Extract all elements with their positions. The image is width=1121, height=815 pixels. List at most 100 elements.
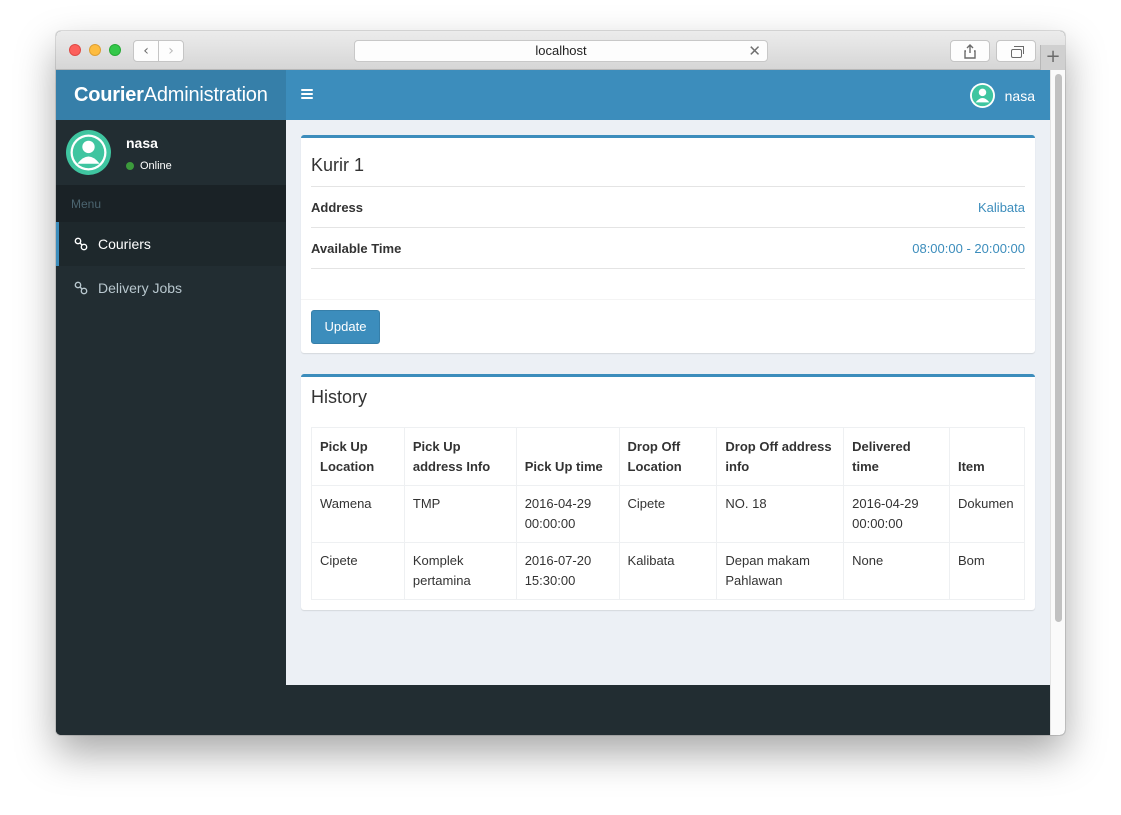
top-navbar: nasa xyxy=(286,70,1050,120)
cell-text: 00:00:00 xyxy=(524,516,576,531)
column-header[interactable]: Drop Off Location xyxy=(618,427,718,486)
new-tab-button[interactable]: + xyxy=(1040,45,1065,70)
address-row: Address Kalibata xyxy=(311,186,1025,227)
address-bar[interactable]: localhost ✕ xyxy=(354,40,768,62)
stop-icon[interactable]: ✕ xyxy=(748,41,761,61)
table-cell: Cipete xyxy=(618,485,718,543)
table-cell: 2016-04-29 00:00:00 xyxy=(515,485,620,543)
cell-text: 15:30:00 xyxy=(524,573,576,588)
app-logo[interactable]: CourierAdministration xyxy=(56,70,286,120)
table-cell: None xyxy=(843,542,950,600)
table-cell: Depan makam Pahlawan xyxy=(716,542,845,600)
column-header-text: Location xyxy=(320,459,375,474)
logo-light-text: Administration xyxy=(143,84,268,106)
forward-button[interactable]: › xyxy=(158,40,184,62)
sidebar-item-delivery-jobs[interactable]: Delivery Jobs xyxy=(56,266,286,310)
sidebar-item-label: Couriers xyxy=(98,236,151,252)
available-time-label: Available Time xyxy=(311,240,402,256)
sidebar-item-label: Delivery Jobs xyxy=(98,280,183,296)
menu-header: Menu xyxy=(56,186,286,222)
column-header-text: Drop Off xyxy=(627,439,681,454)
cell-text: 00:00:00 xyxy=(852,516,903,531)
user-menu[interactable]: nasa xyxy=(969,83,1035,108)
table-cell: Komplek pertamina xyxy=(403,542,517,600)
link-icon xyxy=(74,237,88,251)
address-value[interactable]: Kalibata xyxy=(978,200,1025,215)
history-title: History xyxy=(311,387,368,407)
cell-text: Wamena xyxy=(320,496,372,511)
web-page: CourierAdministration nasa nasa Online M… xyxy=(56,70,1050,735)
sidebar-item-couriers[interactable]: Couriers xyxy=(56,222,286,266)
share-icon xyxy=(964,43,976,59)
link-icon xyxy=(74,281,88,295)
table-row[interactable]: Wamena TMP 2016-04-29 00:00:00 Cipete NO. 18 2… xyxy=(311,485,1026,543)
navbar-username: nasa xyxy=(1004,87,1035,104)
cell-text: Pahlawan xyxy=(725,573,783,588)
available-time-row: Available Time 08:00:00 - 20:00:00 xyxy=(311,227,1025,268)
table-cell: TMP xyxy=(403,485,517,543)
table-cell: Cipete xyxy=(311,542,405,600)
table-cell: Kalibata xyxy=(618,542,718,600)
update-button[interactable]: Update xyxy=(311,310,380,344)
cell-text: 2016-04-29 xyxy=(524,496,592,511)
address-label: Address xyxy=(311,199,364,215)
column-header[interactable]: Pick Up Location xyxy=(311,427,405,486)
available-time-value[interactable]: 08:00:00 - 20:00:00 xyxy=(912,241,1025,256)
column-header-text: Pick Up xyxy=(412,439,461,454)
table-row[interactable]: Cipete Komplek pertamina 2016-07-20 15:30:00… xyxy=(311,542,1026,600)
column-header-text: info xyxy=(725,459,750,474)
sidebar-username: nasa xyxy=(126,135,158,151)
column-header[interactable]: Delivered time xyxy=(843,427,950,486)
column-header[interactable]: Pick Up address Info xyxy=(403,427,517,486)
cell-text: Komplek xyxy=(412,553,464,568)
column-header-text: Location xyxy=(627,459,682,474)
cell-text: 2016-07-20 xyxy=(524,553,592,568)
table-cell: 2016-04-29 00:00:00 xyxy=(843,485,950,543)
address-bar-url: localhost xyxy=(535,43,587,58)
user-panel: nasa Online xyxy=(56,120,286,186)
chevron-left-icon: ‹ xyxy=(143,43,149,59)
divider xyxy=(311,268,1025,269)
column-header[interactable]: Drop Off address info xyxy=(716,427,845,486)
column-header[interactable]: Pick Up time xyxy=(515,427,620,486)
user-avatar-icon xyxy=(969,83,995,108)
table-header-row: Pick Up Location Pick Up address Info Pick U… xyxy=(311,427,1026,486)
column-header-text: Pick Up time xyxy=(524,459,603,474)
cell-text: 2016-04-29 xyxy=(852,496,919,511)
online-status-label: Online xyxy=(140,160,172,172)
logo-bold-text: Courier xyxy=(74,84,144,106)
history-table: Pick Up Location Pick Up address Info Pick U… xyxy=(311,427,1026,600)
avatar xyxy=(66,130,111,175)
sidebar: nasa Online Menu Couriers Delivery Jobs xyxy=(56,120,286,735)
back-button[interactable]: ‹ xyxy=(133,40,159,62)
cell-text: Cipete xyxy=(627,496,666,511)
cell-text: pertamina xyxy=(412,573,471,588)
zoom-window-button[interactable] xyxy=(109,44,121,56)
share-button[interactable] xyxy=(950,40,990,62)
table-cell: Bom xyxy=(948,542,1026,600)
cell-text: Cipete xyxy=(320,553,358,568)
table-cell: Dokumen xyxy=(948,485,1026,543)
chevron-right-icon: › xyxy=(168,43,174,59)
online-dot-icon xyxy=(126,162,134,170)
scrollbar-thumb[interactable] xyxy=(1055,74,1062,622)
table-cell: 2016-07-20 15:30:00 xyxy=(515,542,620,600)
browser-toolbar: ‹ › localhost ✕ + xyxy=(56,31,1065,696)
table-cell: NO. 18 xyxy=(716,485,845,543)
sidebar-toggle-icon[interactable] xyxy=(301,89,313,99)
history-box: History Pick Up Location Pick Up address In… xyxy=(301,374,1035,610)
content-area: Kurir 1 Address Kalibata Available Time … xyxy=(286,120,1050,685)
plus-icon: + xyxy=(1045,46,1061,67)
online-status[interactable]: Online xyxy=(126,160,172,172)
cell-text: Bom xyxy=(957,553,985,568)
column-header[interactable]: Item xyxy=(948,427,1026,486)
minimize-window-button[interactable] xyxy=(89,44,101,56)
column-header-text: address Info xyxy=(412,459,491,474)
close-window-button[interactable] xyxy=(69,44,81,56)
show-all-tabs-button[interactable] xyxy=(996,40,1036,62)
column-header-text: Pick Up xyxy=(320,439,368,454)
page-scrollbar[interactable] xyxy=(1050,70,1065,735)
courier-detail-box: Kurir 1 Address Kalibata Available Time … xyxy=(301,135,1035,353)
cell-text: None xyxy=(852,553,884,568)
cell-text: Depan makam xyxy=(725,553,810,568)
